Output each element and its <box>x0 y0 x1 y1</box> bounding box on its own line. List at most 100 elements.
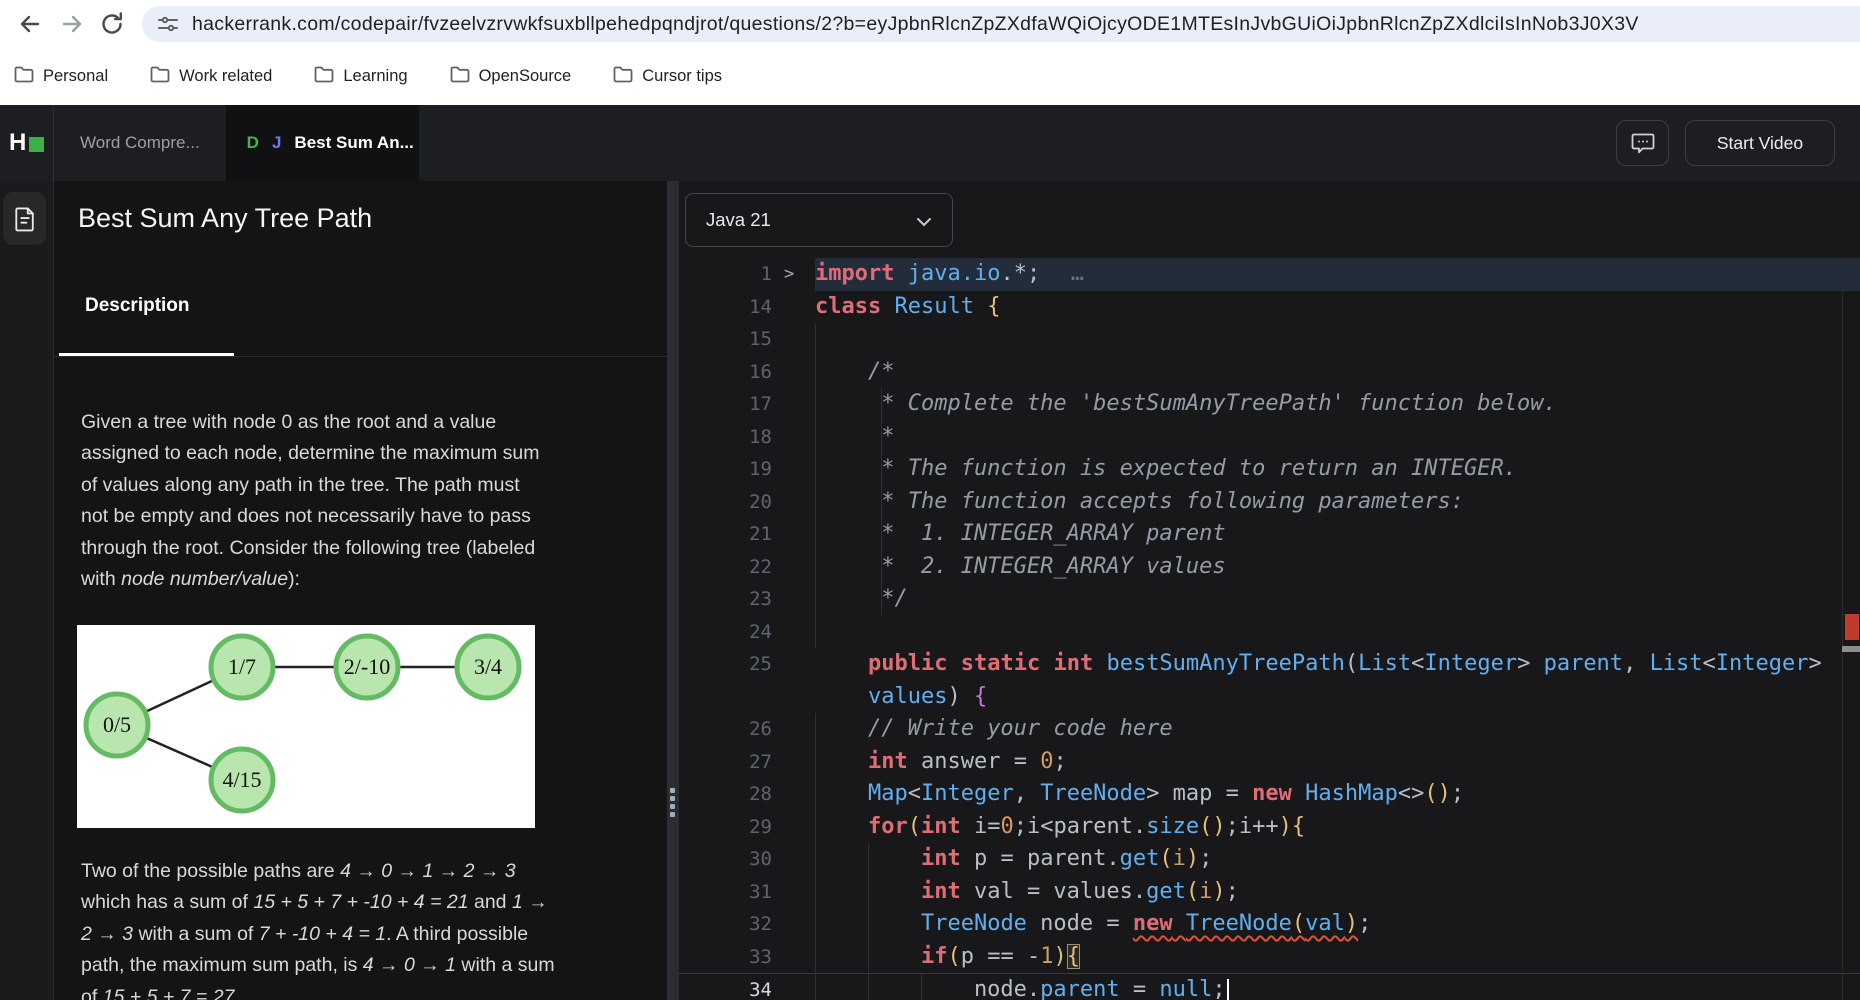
code-line[interactable]: 29 for(int i=0;i<parent.size();i++){ <box>679 811 1860 844</box>
tab-description[interactable]: Description <box>85 295 190 317</box>
line-number: 16 <box>749 360 772 383</box>
line-number: 21 <box>749 523 772 545</box>
fold-gutter <box>772 713 815 746</box>
url-text[interactable]: hackerrank.com/codepair/fvzeelvzrvwkfsux… <box>192 6 1639 42</box>
code-text: * 2. INTEGER_ARRAY values <box>815 553 1226 579</box>
line-number: 19 <box>749 458 772 480</box>
bookmark-label: OpenSource <box>478 67 572 85</box>
folder-icon <box>150 66 170 88</box>
code-line[interactable]: 26 // Write your code here <box>679 713 1860 746</box>
code-line[interactable]: 21 * 1. INTEGER_ARRAY parent <box>679 518 1860 551</box>
panel-resize-handle[interactable] <box>667 181 679 1000</box>
fold-gutter <box>772 941 815 974</box>
bookmark-label: Learning <box>343 67 408 85</box>
code-line[interactable]: 30 int p = parent.get(i); <box>679 843 1860 876</box>
question-list-button[interactable] <box>3 192 46 245</box>
scrollbar-thumb[interactable] <box>1842 646 1860 652</box>
fold-gutter <box>772 518 815 551</box>
fold-gutter <box>772 843 815 876</box>
code-line[interactable]: 25 public static int bestSumAnyTreePath(… <box>679 648 1860 681</box>
code-line[interactable]: 22 * 2. INTEGER_ARRAY values <box>679 551 1860 584</box>
code-line[interactable]: 17 * Complete the 'bestSumAnyTreePath' f… <box>679 388 1860 421</box>
code-line[interactable]: 20 * The function accepts following para… <box>679 486 1860 519</box>
chevron-down-icon <box>917 218 931 227</box>
question-tab-1[interactable]: Word Compre... <box>54 105 226 181</box>
fold-gutter <box>772 551 815 584</box>
line-number: 24 <box>749 620 772 643</box>
reload-icon[interactable] <box>98 10 126 38</box>
bookmark-cursor-tips[interactable]: Cursor tips <box>613 66 722 88</box>
start-video-button[interactable]: Start Video <box>1685 120 1835 166</box>
code-text: Map<Integer, TreeNode> map = new HashMap… <box>867 781 1465 806</box>
hackerrank-header: H Word Compre... D J Best Sum An... Start V… <box>0 105 1860 181</box>
fold-gutter <box>772 453 815 486</box>
code-line[interactable]: 28 Map<Integer, TreeNode> map = new Hash… <box>679 778 1860 811</box>
language-selected: Java 21 <box>706 209 771 230</box>
code-line[interactable]: 15 <box>679 323 1860 356</box>
chat-button[interactable] <box>1616 120 1669 166</box>
code-text: // Write your code here <box>867 716 1173 741</box>
screen: hackerrank.com/codepair/fvzeelvzrvwkfsux… <box>0 0 1860 1000</box>
line-number: 23 <box>749 588 772 610</box>
code-text: * <box>815 423 895 449</box>
line-number: 31 <box>749 880 772 903</box>
line-number: 14 <box>749 295 772 318</box>
code-lines: 1 > import java.io.*; … 14 class Result {15 1… <box>679 258 1860 1000</box>
overview-ruler[interactable] <box>1842 258 1843 1000</box>
line-number: 26 <box>749 718 772 740</box>
code-line[interactable]: 24 <box>679 616 1860 649</box>
code-text: public static int bestSumAnyTreePath(Lis… <box>867 651 1822 676</box>
code-text: class Result { <box>815 293 1001 319</box>
bookmark-learning[interactable]: Learning <box>314 66 408 88</box>
code-line[interactable]: values) { <box>679 681 1860 714</box>
line-number: 32 <box>749 913 772 935</box>
back-icon[interactable] <box>16 10 44 38</box>
forward-icon[interactable] <box>58 10 86 38</box>
bookmarks-bar: Personal Work related Learning OpenSource Cu… <box>0 48 1860 105</box>
bookmark-opensource[interactable]: OpenSource <box>450 66 572 88</box>
fold-gutter <box>772 388 815 421</box>
code-text: node.parent = null; <box>815 974 1860 1000</box>
code-panel: Java 21 1 > import java.io.*; … 14 class Res… <box>679 181 1860 1000</box>
code-line[interactable]: 33 if(p == -1){ <box>679 941 1860 974</box>
line-number: 20 <box>749 490 772 513</box>
svg-text:2/-10: 2/-10 <box>344 654 390 679</box>
site-info-icon[interactable] <box>158 14 178 34</box>
code-line[interactable]: 32 TreeNode node = new TreeNode(val); <box>679 908 1860 941</box>
code-line[interactable]: 34 node.parent = null; <box>679 973 1860 1000</box>
error-marker <box>1845 614 1859 640</box>
language-dropdown[interactable]: Java 21 <box>685 193 953 247</box>
text-cursor <box>1226 978 1229 1000</box>
question-paragraph-2: Two of the possible paths are 4 → 0 → 1 … <box>81 859 555 1000</box>
code-text: int answer = 0; <box>867 748 1067 774</box>
code-line[interactable]: 31 int val = values.get(i); <box>679 876 1860 909</box>
bookmark-personal[interactable]: Personal <box>14 66 108 88</box>
url-bar[interactable]: hackerrank.com/codepair/fvzeelvzrvwkfsux… <box>142 6 1860 42</box>
bookmark-label: Personal <box>43 67 109 85</box>
code-editor[interactable]: 1 > import java.io.*; … 14 class Result {15 1… <box>679 258 1860 1000</box>
code-line[interactable]: 1 > import java.io.*; … <box>679 258 1860 291</box>
fold-gutter <box>772 811 815 844</box>
code-line[interactable]: 27 int answer = 0; <box>679 746 1860 779</box>
code-text: * 1. INTEGER_ARRAY parent <box>815 521 1226 546</box>
bookmark-label: Work related <box>179 67 273 85</box>
code-text: values) { <box>867 683 988 709</box>
logo-green-square <box>29 137 45 152</box>
code-line[interactable]: 18 * <box>679 421 1860 454</box>
question-tab-2[interactable]: D J Best Sum An... <box>225 105 419 181</box>
code-text: * Complete the 'bestSumAnyTreePath' func… <box>815 391 1557 416</box>
fold-arrow-icon[interactable]: > <box>772 258 815 291</box>
code-line[interactable]: 23 */ <box>679 583 1860 616</box>
fold-gutter <box>772 616 815 649</box>
svg-text:3/4: 3/4 <box>474 654 502 679</box>
tab-badge: D <box>246 133 259 152</box>
code-line[interactable]: 14 class Result { <box>679 291 1860 324</box>
drag-dots-icon <box>670 788 675 817</box>
bookmark-work-related[interactable]: Work related <box>150 66 272 88</box>
indent-guide <box>815 713 816 1000</box>
fold-gutter <box>772 583 815 616</box>
code-line[interactable]: 16 /* <box>679 356 1860 389</box>
code-text: import java.io.*; … <box>815 258 1860 291</box>
code-text: */ <box>815 586 908 611</box>
code-line[interactable]: 19 * The function is expected to return … <box>679 453 1860 486</box>
